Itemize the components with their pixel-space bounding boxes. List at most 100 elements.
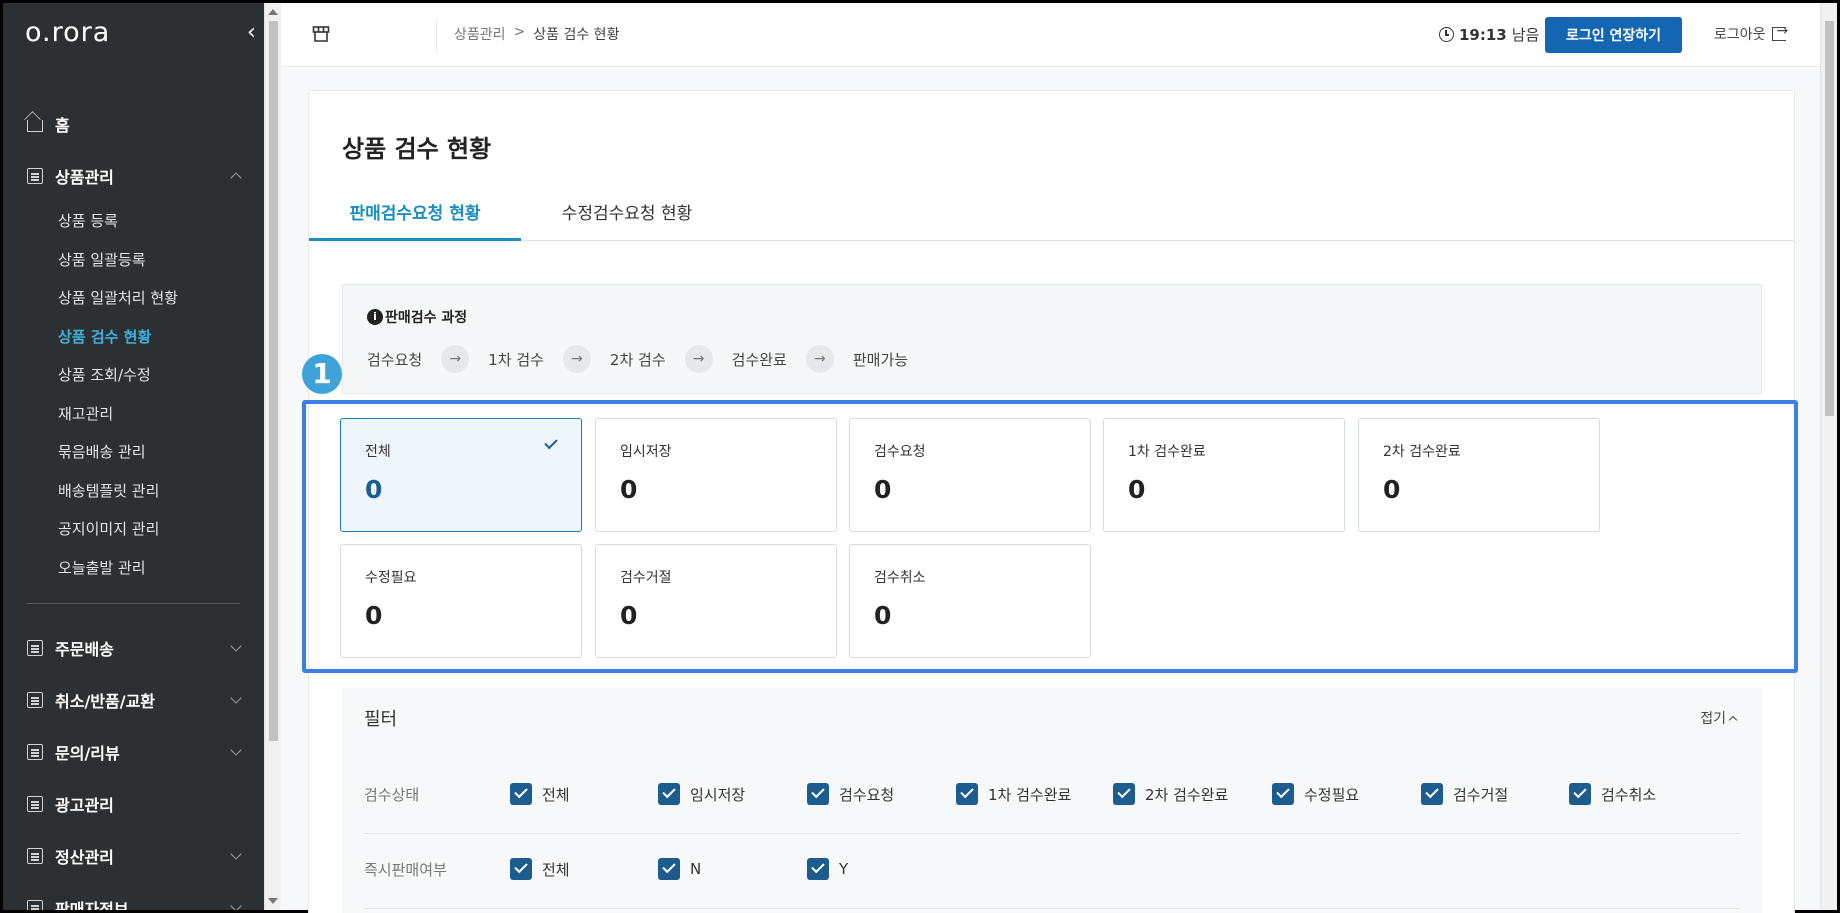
store-icon[interactable]: [312, 25, 330, 43]
sidebar-divider: [27, 603, 240, 604]
clock-icon: [1439, 27, 1454, 42]
arrow-right-icon: →: [441, 345, 470, 373]
status-checkbox-cancelled[interactable]: 검수취소: [1569, 783, 1656, 805]
sidebar-item-label: 판매자정보: [55, 900, 129, 910]
home-icon: [27, 120, 43, 132]
status-checkbox-first-done[interactable]: 1차 검수완료: [956, 783, 1071, 805]
status-checkbox-second-done[interactable]: 2차 검수완료: [1113, 783, 1228, 805]
sidebar-item-home[interactable]: 홈: [3, 98, 264, 150]
status-checkbox-all[interactable]: 전체: [510, 783, 570, 805]
fold-button[interactable]: 접기: [1700, 708, 1738, 728]
checkbox-checked-icon: [1272, 783, 1294, 805]
stat-label: 임시저장: [620, 444, 672, 460]
logout-button[interactable]: 로그아웃: [1714, 23, 1788, 44]
sidebar-item-returns[interactable]: 취소/반품/교환: [3, 674, 264, 726]
chevron-down-icon: [230, 640, 242, 652]
sidebar-item-product-mgmt[interactable]: 상품관리: [3, 150, 264, 202]
stat-card-second-done[interactable]: 2차 검수완료 0: [1358, 418, 1600, 532]
logout-icon: [1771, 23, 1788, 41]
filter-row-instant-sale: 즉시판매여부 전체 N Y: [364, 833, 1740, 909]
checkbox-label: 전체: [542, 785, 570, 804]
process-step: 검수요청: [367, 350, 423, 369]
checkbox-label: 검수요청: [839, 785, 895, 804]
process-step: 검수완료: [731, 350, 787, 369]
stat-label: 검수취소: [874, 570, 926, 586]
sidebar-item-orders[interactable]: 주문배송: [3, 622, 264, 674]
sidebar-item-label: 취소/반품/교환: [55, 692, 156, 711]
tab-bar: 판매검수요청 현황 수정검수요청 현황: [309, 191, 1794, 241]
sidebar-item-settlement[interactable]: 정산관리: [3, 830, 264, 882]
checkbox-label: 1차 검수완료: [988, 785, 1072, 804]
sidebar-item-label: 광고관리: [55, 796, 114, 815]
stat-card-requested[interactable]: 검수요청 0: [849, 418, 1091, 532]
document-icon: [27, 744, 43, 760]
stat-value: 0: [874, 601, 892, 630]
sidebar-item-label: 정산관리: [55, 848, 114, 867]
sidebar-subitem-product-search[interactable]: 상품 조회/수정: [3, 356, 264, 395]
sidebar-subitem-bundle-shipping[interactable]: 묶음배송 관리: [3, 433, 264, 472]
stat-card-rejected[interactable]: 검수거절 0: [595, 544, 837, 658]
sidebar-subitem-bulk-status[interactable]: 상품 일괄처리 현황: [3, 279, 264, 318]
filter-title: 필터: [364, 709, 398, 730]
checkbox-checked-icon: [510, 783, 532, 805]
sidebar-item-inquiries[interactable]: 문의/리뷰: [3, 726, 264, 778]
instant-checkbox-all[interactable]: 전체: [510, 858, 570, 880]
extend-login-button[interactable]: 로그인 연장하기: [1545, 17, 1682, 53]
checkbox-checked-icon: [1569, 783, 1591, 805]
process-step: 2차 검수: [609, 350, 666, 369]
stat-card-first-done[interactable]: 1차 검수완료 0: [1103, 418, 1345, 532]
stat-label: 전체: [365, 444, 391, 460]
checkbox-label: 검수거절: [1453, 785, 1509, 804]
chevron-down-icon: [230, 900, 242, 910]
stat-value: 0: [1383, 475, 1401, 504]
scrollbar-thumb[interactable]: [269, 21, 278, 741]
stat-value: 0: [620, 475, 638, 504]
header-divider: [436, 21, 437, 51]
sidebar-item-seller-info[interactable]: 판매자정보: [3, 882, 264, 910]
sidebar-item-label: 홈: [55, 116, 70, 135]
tab-edit-inspection[interactable]: 수정검수요청 현황: [521, 191, 733, 241]
status-checkbox-rejected[interactable]: 검수거절: [1421, 783, 1508, 805]
stat-card-needs-edit[interactable]: 수정필요 0: [340, 544, 582, 658]
breadcrumb-separator: >: [513, 24, 526, 40]
session-timer: 19:13 남음: [1439, 24, 1539, 45]
instant-checkbox-y[interactable]: Y: [807, 858, 848, 880]
logo: o.rora: [25, 17, 111, 48]
breadcrumb-parent[interactable]: 상품관리: [454, 24, 506, 44]
filter-row-status: 검수상태 전체 임시저장 검수요청 1차 검수완료 2차 검수완료 수정필요 검…: [364, 758, 1740, 834]
checkbox-label: Y: [839, 860, 849, 878]
document-icon: [27, 692, 43, 708]
stat-value: 0: [1128, 475, 1146, 504]
status-checkbox-needs-edit[interactable]: 수정필요: [1272, 783, 1359, 805]
stat-card-all[interactable]: 전체 0: [340, 418, 582, 532]
sidebar-subitem-inspection-status[interactable]: 상품 검수 현황: [3, 318, 264, 357]
arrow-right-icon: →: [805, 345, 834, 373]
filter-panel: 필터 접기 검수상태 전체 임시저장 검수요청 1차 검수완료 2차 검수완료 …: [342, 688, 1762, 913]
stat-label: 1차 검수완료: [1128, 444, 1206, 460]
checkbox-label: 전체: [542, 860, 570, 879]
scrollbar-thumb[interactable]: [1825, 21, 1834, 416]
sidebar-subitem-bulk-register[interactable]: 상품 일괄등록: [3, 241, 264, 280]
page-title: 상품 검수 현황: [342, 135, 492, 163]
sidebar-subitem-inventory[interactable]: 재고관리: [3, 395, 264, 434]
stat-card-draft[interactable]: 임시저장 0: [595, 418, 837, 532]
chevron-left-icon[interactable]: ‹: [247, 21, 256, 45]
chevron-down-icon: [230, 692, 242, 704]
breadcrumb-current: 상품 검수 현황: [533, 27, 620, 43]
sidebar-item-ads[interactable]: 광고관리: [3, 778, 264, 830]
stat-card-cancelled[interactable]: 검수취소 0: [849, 544, 1091, 658]
instant-checkbox-n[interactable]: N: [658, 858, 701, 880]
arrow-right-icon: →: [684, 345, 713, 373]
sidebar-subitem-today-shipping[interactable]: 오늘출발 관리: [3, 549, 264, 588]
sidebar-scrollbar[interactable]: [264, 3, 281, 910]
tab-sales-inspection[interactable]: 판매검수요청 현황: [309, 191, 521, 241]
main-scrollbar[interactable]: [1820, 3, 1837, 910]
scroll-down-icon[interactable]: [268, 898, 278, 904]
sidebar-subitem-shipping-template[interactable]: 배송템플릿 관리: [3, 472, 264, 511]
scroll-up-icon[interactable]: [268, 9, 278, 15]
sidebar-subitem-product-register[interactable]: 상품 등록: [3, 202, 264, 241]
status-checkbox-requested[interactable]: 검수요청: [807, 783, 894, 805]
status-checkbox-draft[interactable]: 임시저장: [658, 783, 745, 805]
sidebar-item-label: 주문배송: [55, 640, 114, 659]
sidebar-subitem-notice-image[interactable]: 공지이미지 관리: [3, 510, 264, 549]
